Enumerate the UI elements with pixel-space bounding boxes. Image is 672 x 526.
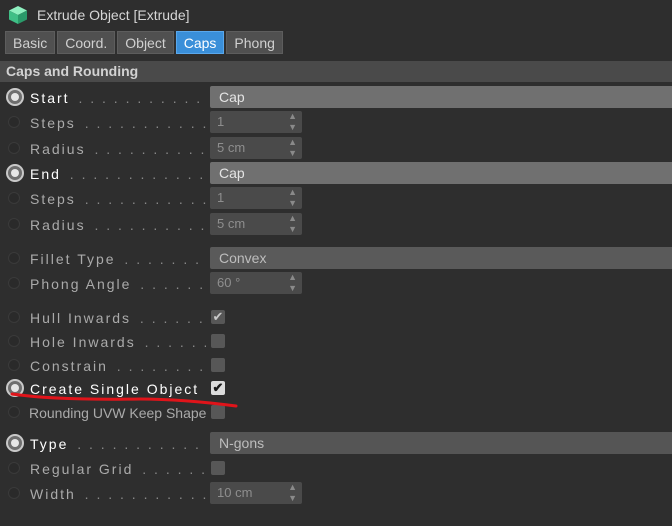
red-underline-annotation xyxy=(10,392,238,408)
